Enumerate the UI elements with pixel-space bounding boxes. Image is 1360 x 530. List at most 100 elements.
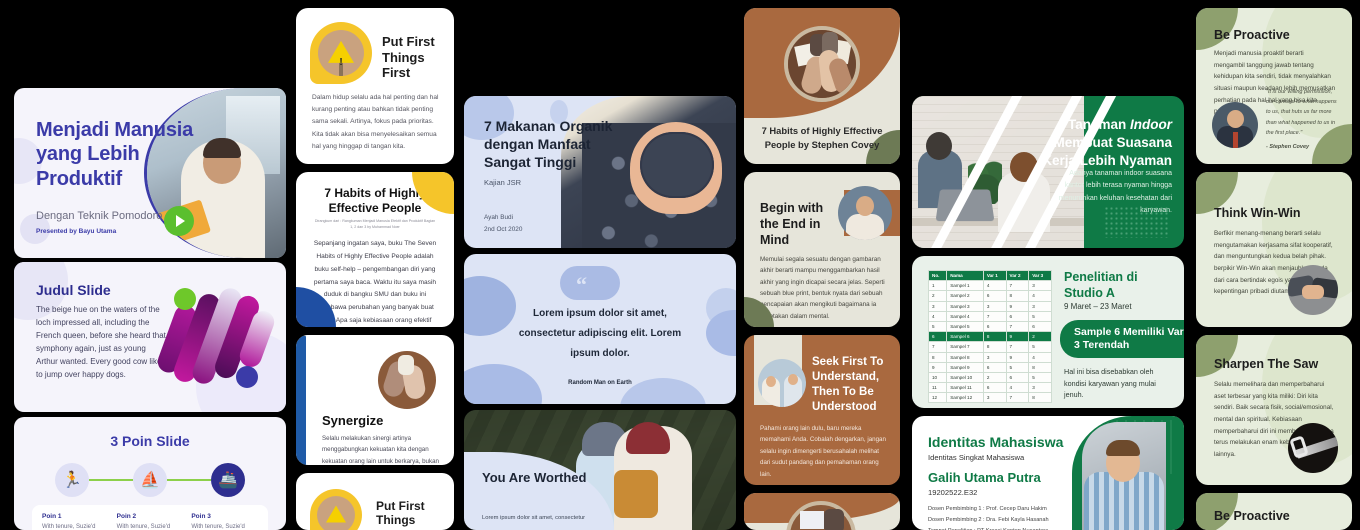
table-cell: 1 — [927, 280, 948, 292]
table-cell: 6 — [1028, 320, 1052, 333]
slide-title: Be Proactive — [1214, 28, 1290, 42]
slide-subtitle: Kajian JSR — [484, 178, 522, 187]
slide-title: Tanaman Indoor Membuat Suasana Kerja Lebi… — [1040, 116, 1172, 169]
slide-card-identitas-mahasiswa[interactable]: Identitas Mahasiswa Identitas Singkat Ma… — [912, 416, 1184, 530]
slide-title: Begin with the End in Mind — [760, 201, 824, 247]
slide-subtitle: Identitas Singkat Mahasiswa — [928, 453, 1025, 462]
advisor-line-2: Dosen Pembimbing 2 : Dra. Febi Kayla Has… — [928, 517, 1049, 523]
slide-card-think-win-win[interactable]: Think Win-Win Berfikir menang-menang ber… — [1196, 172, 1352, 327]
slide-card-covey-cover[interactable]: 7 Habits of Highly Effective People by S… — [744, 8, 900, 164]
table-row: 6 Sampel 6892 — [927, 331, 1052, 343]
table-row: 1 Sampel 1473 — [927, 280, 1052, 292]
slide-card-makanan-organik[interactable]: 7 Makanan Organik dengan Manfaat Sangat … — [464, 96, 736, 248]
table-cell: Sampel 9 — [946, 361, 984, 373]
slide-title: 3 Poin Slide — [110, 433, 190, 449]
table-cell: Sampel 3 — [946, 300, 984, 312]
people-photo — [758, 359, 806, 407]
table-cell: Sampel 12 — [946, 392, 984, 404]
table-row: 8 Sampel 8394 — [927, 351, 1052, 363]
table-cell: 4 — [1028, 351, 1052, 363]
table-cell: Sampel 2 — [946, 290, 984, 302]
table-cell: 8 — [982, 331, 1007, 343]
slide-title: Put First Things First — [382, 34, 435, 81]
table-cell: 11 — [927, 382, 948, 394]
title-italic: Indoor — [1130, 117, 1172, 132]
slide-card-brown-bottom[interactable] — [744, 493, 900, 530]
slide-title: 7 Habits of Highly Effective People by S… — [761, 125, 883, 150]
quote-text: Lorem ipsum dolor sit amet, consectetur … — [518, 308, 682, 359]
warning-triangle-icon — [310, 489, 362, 530]
point-column: Poin 2 With tenure, Suzie'd have — [117, 513, 184, 530]
quote-attribution: Random Man on Earth — [568, 380, 632, 386]
slide-caption: Dirangkum dari : Rangkuman Menjadi Manus… — [314, 219, 436, 229]
table-cell: 6 — [982, 320, 1007, 333]
table-cell: 5 — [1005, 361, 1030, 373]
table-cell: 8 — [1005, 290, 1030, 302]
slide-card-judul-slide[interactable]: Judul Slide The beige hue on the waters … — [14, 262, 286, 412]
slide-card-sharpen-the-saw[interactable]: Sharpen The Saw Selalu memelihara dan me… — [1196, 335, 1352, 485]
table-col-header: No. — [927, 269, 948, 282]
table-cell: 7 — [1005, 392, 1030, 404]
slide-card-begin-with-end[interactable]: Begin with the End in Mind Memulai segal… — [744, 172, 900, 327]
highlight-pill: Sample 6 Memiliki Var 3 Terendah — [1060, 320, 1184, 358]
slide-body: Memulai segala sesuatu dengan gambaran a… — [760, 256, 885, 320]
table-col-header: Var 2 — [1005, 269, 1030, 282]
highlight-text: Sample 6 Memiliki Var 3 Terendah — [1074, 325, 1184, 351]
saw-icon — [1288, 423, 1338, 473]
table-cell: 8 — [927, 351, 948, 363]
man-photo — [838, 186, 900, 240]
table-row: 7 Sampel 7875 — [927, 341, 1052, 353]
table-cell: 7 — [927, 341, 948, 353]
table-cell: 3 — [1028, 382, 1052, 394]
table-header-row: No. Nama Var 1 Var 2 Var 3 — [927, 269, 1052, 282]
table-cell: 3 — [927, 300, 948, 312]
table-col-header: Nama — [946, 269, 984, 282]
slide-card-quote[interactable]: “ Lorem ipsum dolor sit amet, consectetu… — [464, 254, 736, 404]
slide-body: Lorem ipsum dolor sit amet, consectetur — [482, 515, 586, 522]
student-photo — [1082, 422, 1166, 530]
cruise-ship-icon: 🚢 — [211, 463, 245, 497]
slide-title: Put First Things First — [376, 499, 425, 530]
slide-card-put-first-bottom[interactable]: Put First Things First — [296, 473, 454, 530]
slide-card-seek-first[interactable]: Seek First To Understand, Then To Be Und… — [744, 335, 900, 485]
author-label: Ayah Budi — [484, 214, 514, 221]
table-row: 9 Sampel 9658 — [927, 361, 1052, 373]
slide-card-you-are-worthed[interactable]: You Are Worthed Lorem ipsum dolor sit am… — [464, 410, 736, 530]
warning-triangle-icon: ! — [310, 22, 372, 84]
table-cell: 7 — [1005, 320, 1030, 333]
table-col-header: Var 3 — [1028, 269, 1052, 282]
slide-title: Synergize — [322, 413, 384, 428]
table-col-header: Var 1 — [982, 269, 1007, 282]
slide-title: Sharpen The Saw — [1214, 357, 1319, 371]
slide-card-three-point[interactable]: 3 Poin Slide 🏃 ⛵ 🚢 Poin 1 With tenure, S… — [14, 417, 286, 530]
table-cell: 4 — [927, 310, 948, 322]
advisor-line-1: Dosen Pembimbing 1 : Prof. Cecep Daru Ha… — [928, 506, 1047, 512]
slide-title: Menjadi Manusia yang Lebih Produktif — [36, 119, 194, 190]
slide-card-be-proactive-bottom[interactable]: Be Proactive — [1196, 493, 1352, 530]
point-text: With tenure, Suzie'd have — [191, 524, 245, 530]
slide-card-tanaman-indoor[interactable]: Tanaman Indoor Membuat Suasana Kerja Lebi… — [912, 96, 1184, 248]
slide-card-be-proactive[interactable]: Be Proactive Menjadi manusia proaktif be… — [1196, 8, 1352, 164]
table-row: 4 Sampel 4765 — [927, 310, 1052, 322]
slide-card-synergize[interactable]: Synergize Selalu melakukan sinergi artin… — [296, 335, 454, 465]
play-icon[interactable] — [164, 206, 194, 236]
slide-title: Think Win-Win — [1214, 206, 1301, 220]
slide-card-seven-habits[interactable]: 7 Habits of Highly Effective People Dira… — [296, 172, 454, 327]
point-label: Poin 2 — [116, 513, 137, 520]
table-cell: 9 — [927, 361, 948, 373]
slide-subtitle: Dengan Teknik Pomodoro — [36, 210, 163, 222]
table-row: 12 Sampel 12 3 7 8 — [927, 392, 1052, 404]
quote-bubble — [560, 266, 620, 300]
slide-card-put-first-things-first[interactable]: ! Put First Things First Dalam hidup sel… — [296, 8, 454, 164]
slide-card-title-pomodoro[interactable]: Menjadi Manusia yang Lebih Produktif Den… — [14, 88, 286, 258]
table-row: 3 Sampel 3393 — [927, 300, 1052, 312]
quote-attribution: - Stephen Covey — [1266, 144, 1310, 150]
hands-photo — [378, 351, 436, 409]
slide-card-penelitian[interactable]: No. Nama Var 1 Var 2 Var 3 1 Sampel 1 4 7 3 2 Samp… — [912, 256, 1184, 408]
table-cell: 8 — [1028, 392, 1052, 404]
table-cell: 5 — [1028, 371, 1052, 384]
connector-line — [89, 479, 133, 481]
table-cell: 2 — [1028, 331, 1052, 343]
table-cell: 4 — [1028, 290, 1052, 302]
avatar — [1212, 102, 1258, 148]
